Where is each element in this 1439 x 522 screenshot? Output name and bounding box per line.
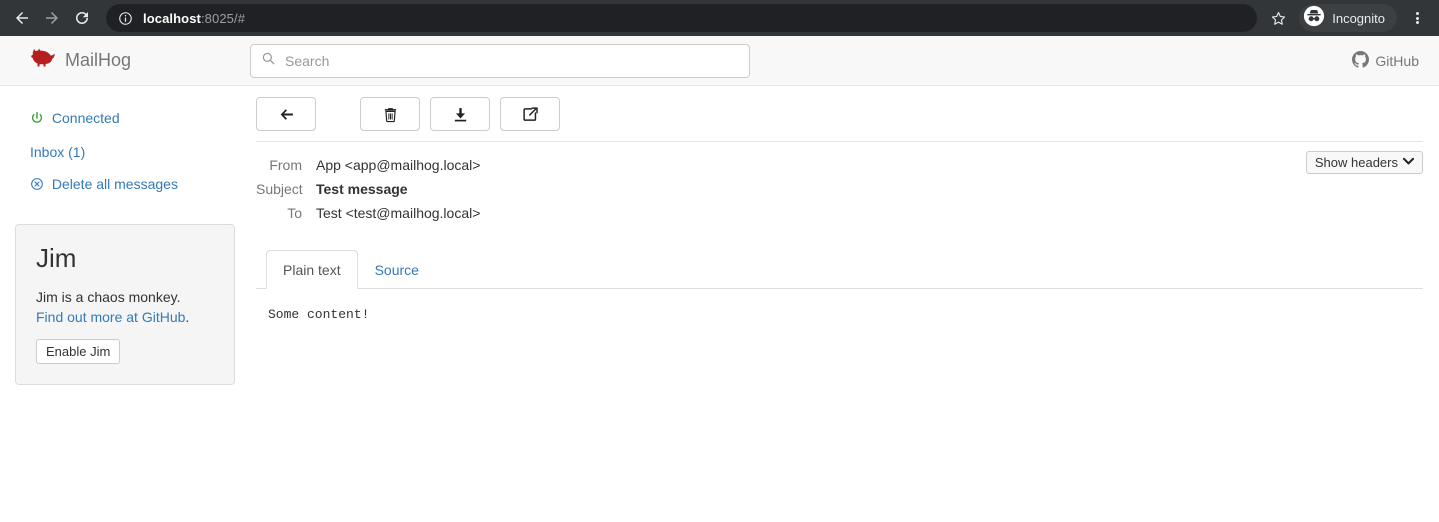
info-circle-icon[interactable] bbox=[118, 11, 133, 26]
arrow-left-icon bbox=[16, 12, 28, 24]
url-text: localhost:8025/# bbox=[143, 11, 245, 26]
sidebar-item-inbox[interactable]: Inbox (1) bbox=[15, 136, 235, 168]
reload-icon bbox=[76, 11, 88, 24]
message-body: Some content! bbox=[268, 307, 370, 322]
message-headers: From App <app@mailhog.local> Subject Tes… bbox=[256, 142, 1423, 225]
release-button[interactable] bbox=[500, 97, 560, 131]
download-icon bbox=[454, 107, 466, 121]
tab-source[interactable]: Source bbox=[358, 250, 436, 289]
header-value: App <app@mailhog.local> bbox=[316, 157, 481, 173]
tab-plain-text[interactable]: Plain text bbox=[266, 250, 358, 289]
brand[interactable]: MailHog bbox=[0, 48, 250, 73]
url-host: localhost bbox=[143, 10, 201, 26]
header-label: From bbox=[269, 157, 302, 173]
delete-button[interactable] bbox=[360, 97, 420, 131]
header-row-to: To Test <test@mailhog.local> bbox=[256, 201, 1423, 225]
power-icon bbox=[30, 110, 44, 130]
browser-toolbar: localhost:8025/# Incognito bbox=[0, 0, 1439, 36]
delete-all-link[interactable]: Delete all messages bbox=[52, 176, 178, 192]
connection-status-label: Connected bbox=[51, 110, 120, 126]
download-button[interactable] bbox=[430, 97, 490, 131]
header-label: To bbox=[287, 205, 302, 221]
github-icon bbox=[1352, 50, 1370, 71]
search-container bbox=[250, 43, 750, 78]
main-content: From App <app@mailhog.local> Subject Tes… bbox=[250, 86, 1439, 322]
app-navbar: MailHog GitHub bbox=[0, 36, 1439, 86]
jim-title: Jim bbox=[36, 243, 77, 273]
header-row-subject: Subject Test message bbox=[256, 177, 1423, 201]
incognito-label: Incognito bbox=[1332, 10, 1385, 26]
header-row-from: From App <app@mailhog.local> bbox=[256, 153, 1423, 177]
show-headers-label: Show headers bbox=[1314, 155, 1398, 170]
incognito-indicator[interactable]: Incognito bbox=[1299, 4, 1397, 32]
search-icon bbox=[261, 51, 276, 71]
show-headers-button[interactable]: Show headers bbox=[1305, 151, 1423, 174]
enable-jim-button[interactable]: Enable Jim bbox=[36, 339, 121, 364]
message-toolbar bbox=[256, 86, 1423, 141]
address-bar[interactable]: localhost:8025/# bbox=[106, 4, 1258, 32]
jim-description: Jim is a chaos monkey. Find out more at … bbox=[36, 287, 214, 327]
jim-panel: Jim Jim is a chaos monkey. Find out more… bbox=[15, 224, 235, 385]
browser-back-button[interactable] bbox=[8, 4, 36, 32]
search-box[interactable] bbox=[250, 43, 750, 78]
bookmark-star-icon bbox=[1271, 11, 1285, 25]
github-link[interactable]: GitHub bbox=[1352, 50, 1419, 71]
jim-github-link[interactable]: Find out more at GitHub bbox=[36, 309, 185, 325]
header-value: Test <test@mailhog.local> bbox=[316, 205, 481, 221]
sidebar-item-delete-all[interactable]: Delete all messages bbox=[15, 168, 235, 202]
inbox-link[interactable]: Inbox (1) bbox=[30, 144, 85, 160]
arrow-right-icon bbox=[46, 12, 58, 24]
search-input[interactable] bbox=[285, 52, 739, 69]
sidebar-item-connected: Connected bbox=[15, 102, 235, 136]
header-value: Test message bbox=[316, 181, 408, 197]
browser-forward-button[interactable] bbox=[38, 4, 66, 32]
github-label: GitHub bbox=[1375, 52, 1419, 69]
sidebar: Connected Inbox (1) Delete all messages … bbox=[0, 86, 250, 385]
circle-x-icon bbox=[30, 176, 44, 196]
trash-icon bbox=[384, 107, 396, 122]
browser-menu-button[interactable] bbox=[1403, 3, 1431, 33]
release-share-icon bbox=[522, 106, 538, 121]
url-path: :8025/# bbox=[200, 10, 246, 26]
jim-description-text: Jim is a chaos monkey. bbox=[36, 289, 181, 305]
header-label: Subject bbox=[256, 181, 303, 197]
arrow-left-icon bbox=[280, 108, 293, 120]
brand-label: MailHog bbox=[65, 50, 132, 70]
browser-reload-button[interactable] bbox=[68, 4, 96, 32]
page-body: Connected Inbox (1) Delete all messages … bbox=[0, 86, 1439, 385]
pig-logo-icon bbox=[30, 48, 56, 73]
jim-description-suffix: . bbox=[185, 309, 190, 325]
back-button[interactable] bbox=[256, 97, 316, 131]
chevron-down-icon bbox=[1402, 157, 1415, 168]
incognito-icon bbox=[1303, 5, 1325, 32]
message-tabs: Plain text Source bbox=[256, 250, 1423, 289]
bookmark-button[interactable] bbox=[1263, 3, 1293, 33]
kebab-menu-icon bbox=[1415, 11, 1419, 26]
